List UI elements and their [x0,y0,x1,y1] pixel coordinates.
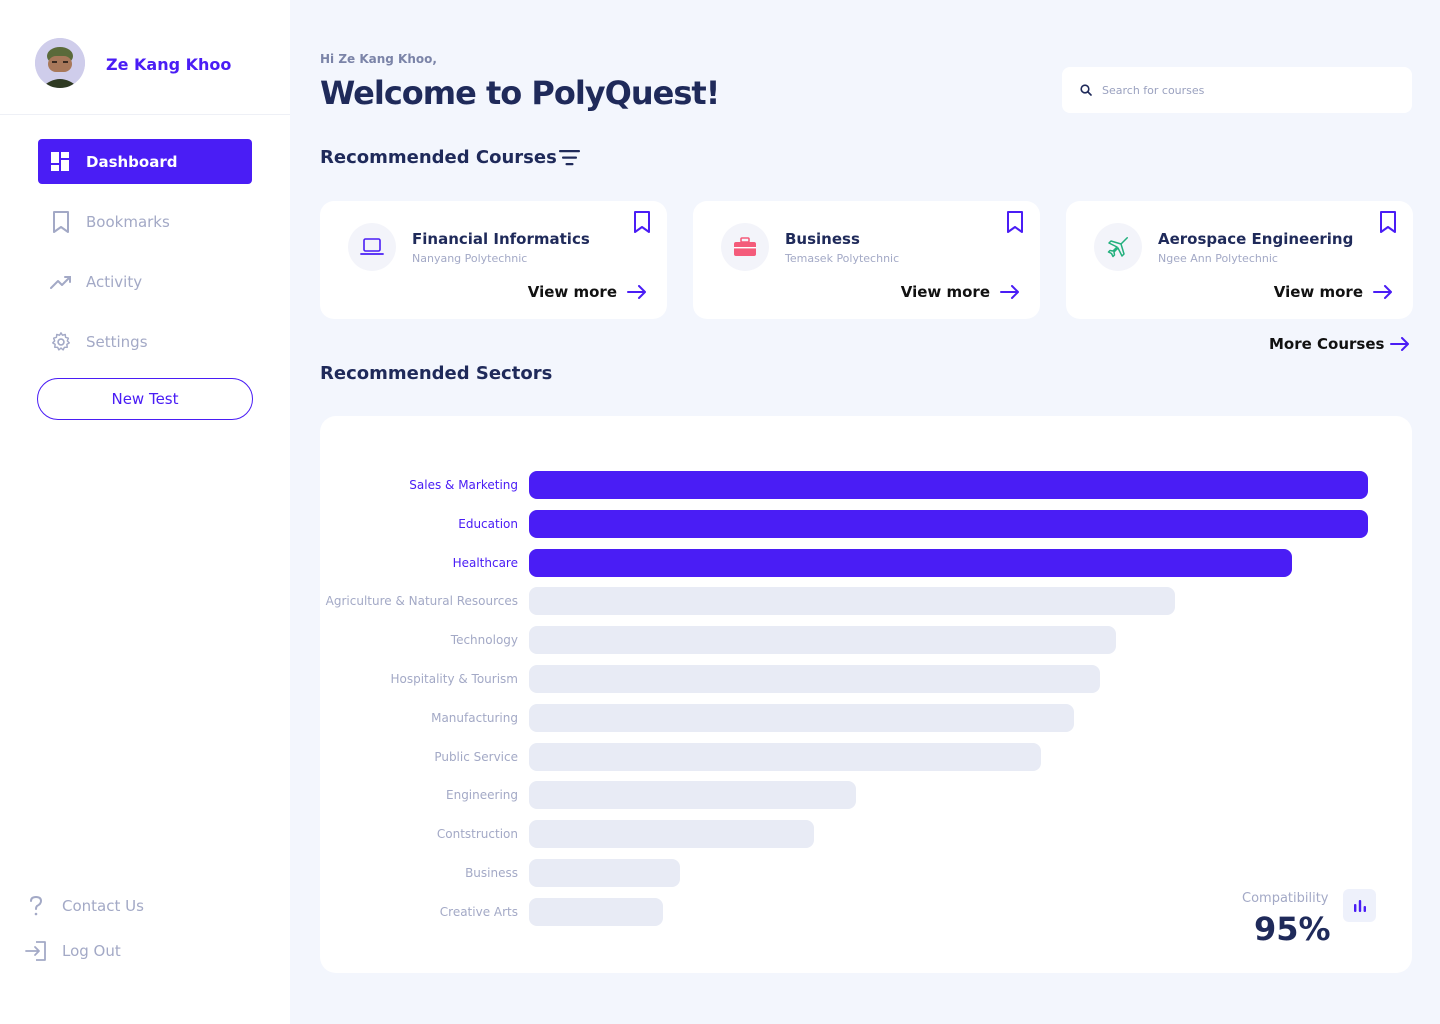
profile-section: Ze Kang Khoo [0,0,290,115]
course-name: Business [785,230,860,248]
arrow-right-icon [1390,337,1410,351]
sector-bar [529,509,1368,538]
sector-bar-row: Technology [320,626,1412,655]
avatar[interactable] [35,38,85,88]
sector-label: Education [458,516,518,531]
course-card-financial-informatics[interactable]: Financial Informatics Nanyang Polytechni… [320,201,667,319]
laptop-icon [348,223,396,271]
sidebar-item-label: Activity [86,272,143,291]
view-more-label: View more [1273,283,1363,301]
more-courses-label: More Courses [1269,335,1385,353]
sector-bar-row: Agriculture & Natural Resources [320,587,1412,616]
view-more-label: View more [527,283,617,301]
sector-bar-row: Business [320,859,1412,887]
sidebar-item-dashboard[interactable]: Dashboard [38,139,252,184]
bookmark-icon[interactable] [633,211,651,237]
sector-label: Manufacturing [431,710,518,725]
sector-bar-row: Hospitality & Tourism [320,665,1412,693]
sector-label: Creative Arts [439,904,518,919]
contact-us-link[interactable]: Contact Us [24,894,144,918]
compatibility-label: Compatibility [1242,891,1329,906]
view-more-label: View more [900,283,990,301]
sidebar: Ze Kang Khoo Dashboard Bookmarks Activit… [0,0,290,1024]
sector-bar [529,587,1175,616]
sidebar-item-label: Settings [86,332,148,351]
course-school: Temasek Polytechnic [785,252,900,265]
briefcase-icon [721,223,769,271]
course-school: Ngee Ann Polytechnic [1158,252,1278,265]
sector-label: Agriculture & Natural Resources [325,594,518,609]
sectors-chart-panel: Sales & Marketing Education Healthcare Agri… [320,416,1412,973]
view-more-link[interactable]: View more [901,283,1020,301]
log-out-link[interactable]: Log Out [24,939,121,963]
compatibility-value: 95% [1254,910,1331,948]
arrow-right-icon [1000,285,1019,299]
sector-bar-row: Manufacturing [320,703,1412,732]
sidebar-item-label: Dashboard [86,152,178,171]
sidebar-item-activity[interactable]: Activity [38,259,252,304]
sector-bar [529,626,1116,655]
sector-bar [529,897,663,926]
sector-label: Healthcare [452,555,518,570]
sector-bar-row: Sales & Marketing [320,471,1412,499]
arrow-right-icon [1373,285,1392,299]
bookmark-icon [50,210,72,233]
sector-bar-row: Healthcare [320,548,1412,577]
search-icon [1080,81,1092,100]
bar-chart-icon[interactable] [1343,889,1376,922]
page-title: Welcome to PolyQuest! [320,74,720,112]
activity-icon [50,271,72,293]
dashboard-icon [50,151,72,173]
contact-us-label: Contact Us [62,897,144,915]
course-name: Financial Informatics [412,230,590,248]
greeting: Hi Ze Kang Khoo, [320,52,437,66]
sector-bar [529,548,1292,577]
search-bar[interactable] [1062,67,1412,113]
sector-bar-row: Education [320,509,1412,538]
sector-bar-row: Contstruction [320,820,1412,849]
course-school: Nanyang Polytechnic [412,252,528,265]
course-card-aerospace-engineering[interactable]: Aerospace Engineering Ngee Ann Polytechn… [1066,201,1413,319]
more-courses-link[interactable]: More Courses [1269,335,1410,353]
sector-label: Hospitality & Tourism [390,672,518,686]
airplane-icon [1094,223,1142,271]
course-name: Aerospace Engineering [1158,230,1354,248]
sector-bar [529,703,1074,732]
sector-bar [529,471,1368,499]
sector-label: Technology [450,633,518,648]
courses-section-title: Recommended Courses [320,147,557,168]
sector-bar [529,820,814,849]
sidebar-item-settings[interactable]: Settings [38,319,252,364]
gear-icon [50,331,72,353]
course-card-business[interactable]: Business Temasek Polytechnic View more [693,201,1040,319]
bookmark-icon[interactable] [1379,211,1397,237]
filter-icon[interactable] [559,149,581,171]
sectors-section-title: Recommended Sectors [320,363,553,384]
arrow-right-icon [627,285,646,299]
log-out-label: Log Out [62,942,121,960]
sector-bar [529,859,680,887]
bookmark-icon[interactable] [1006,211,1024,237]
sector-bar [529,781,856,810]
sector-bar-row: Engineering [320,781,1412,810]
user-name: Ze Kang Khoo [106,55,232,74]
new-test-button[interactable]: New Test [37,378,253,420]
sector-label: Business [465,866,518,880]
sidebar-item-bookmarks[interactable]: Bookmarks [38,199,252,244]
sector-label: Contstruction [436,827,518,842]
search-input[interactable] [1102,83,1382,97]
sector-label: Public Service [434,749,518,764]
sector-bar [529,665,1100,693]
view-more-link[interactable]: View more [1274,283,1393,301]
sector-bar-row: Public Service [320,742,1412,771]
view-more-link[interactable]: View more [528,283,647,301]
sector-label: Engineering [446,788,518,803]
sector-label: Sales & Marketing [409,478,518,492]
help-icon [24,894,48,918]
sector-bar [529,742,1041,771]
sidebar-item-label: Bookmarks [86,212,170,231]
logout-icon [24,939,48,963]
